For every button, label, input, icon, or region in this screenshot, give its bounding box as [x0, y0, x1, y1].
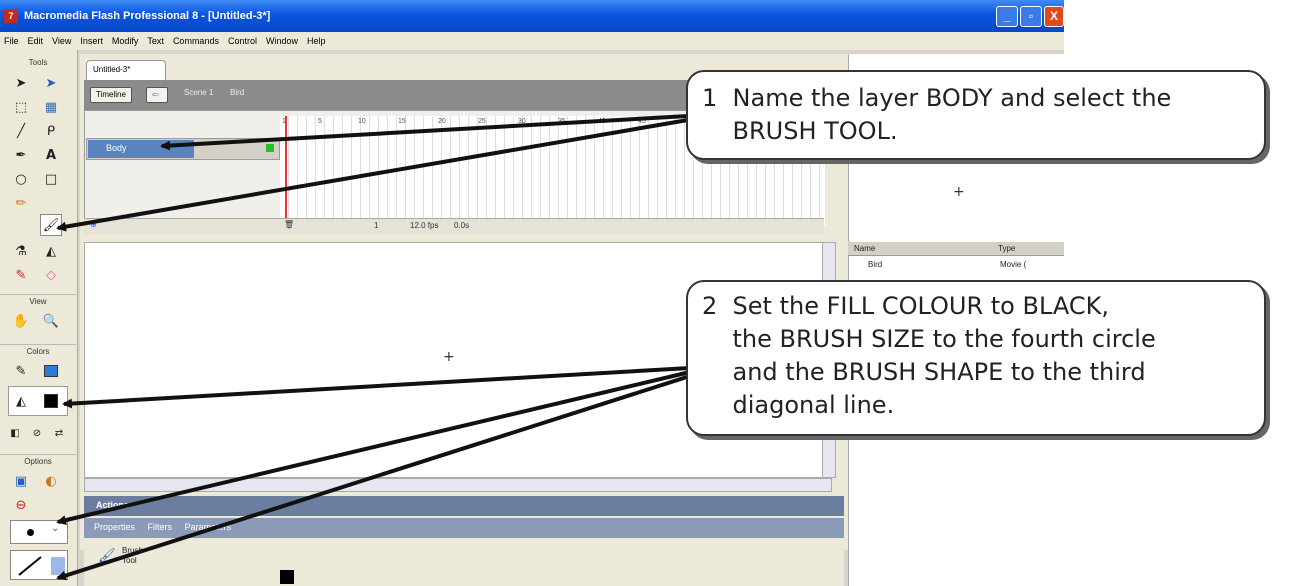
callout-step-1: 1 Name the layer BODY and select the BRU… — [686, 70, 1266, 160]
callout-2-line-4: diagonal line. — [702, 391, 895, 419]
arrow-to-fill-colour — [62, 366, 691, 409]
callout-2-line-3: and the BRUSH SHAPE to the third — [702, 358, 1146, 386]
callout-2-line-1: 2 Set the FILL COLOUR to BLACK, — [702, 292, 1109, 320]
callout-step-2: 2 Set the FILL COLOUR to BLACK, the BRUS… — [686, 280, 1266, 436]
callout-1-line-2: BRUSH TOOL. — [702, 117, 898, 145]
arrow-to-brush-shape — [56, 374, 691, 581]
arrow-to-brush-tool — [56, 118, 689, 232]
callout-2-line-2: the BRUSH SIZE to the fourth circle — [702, 325, 1156, 353]
tutorial-screenshot: 7 Macromedia Flash Professional 8 - [Unt… — [0, 0, 1292, 586]
callout-1-line-1: 1 Name the layer BODY and select the — [702, 84, 1172, 112]
arrow-to-layer — [160, 114, 689, 151]
arrow-to-brush-size — [56, 370, 691, 526]
